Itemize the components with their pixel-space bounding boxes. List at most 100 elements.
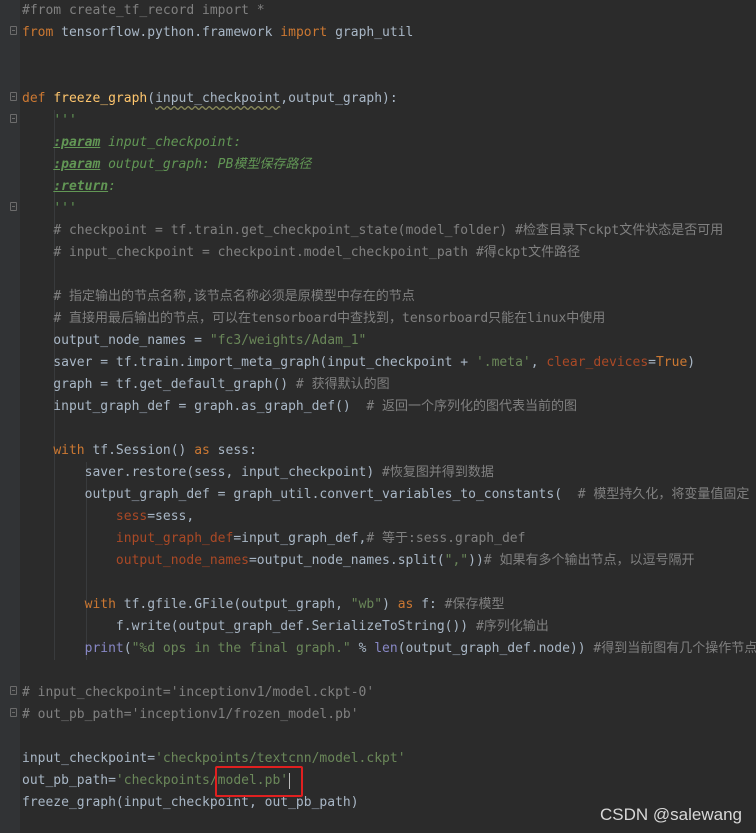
code-token: sess: — [209, 443, 257, 458]
code-token: # 返回一个序列化的图代表当前的图 — [366, 399, 578, 414]
code-token: =input_graph_def, — [233, 531, 367, 546]
code-token: as — [194, 443, 210, 458]
line-output-graph-def[interactable]: output_graph_def = graph_util.convert_va… — [22, 484, 750, 506]
code-token: input_checkpoint — [155, 91, 281, 106]
line-docstring-open[interactable]: ''' — [22, 110, 76, 132]
line-def-freeze-graph[interactable]: def freeze_graph(input_checkpoint,output… — [22, 88, 398, 110]
line-comment-input-ckpt-0[interactable]: # input_checkpoint='inceptionv1/model.ck… — [22, 682, 374, 704]
line-saver-restore[interactable]: saver.restore(sess, input_checkpoint) #恢… — [22, 462, 494, 484]
code-token: :param — [53, 135, 101, 150]
code-token: # checkpoint = tf.train.get_checkpoint_s… — [53, 223, 724, 238]
code-token: (output_graph_def.node)) — [397, 641, 586, 656]
code-token: # 如果有多个输出节点，以逗号隔开 — [483, 553, 695, 568]
line-arg-sess[interactable]: sess=sess, — [22, 506, 194, 528]
line-docstring-param-output[interactable]: :param output_graph: PB模型保存路径 — [22, 154, 311, 176]
code-token: output_graph): — [288, 91, 398, 106]
code-token: output_node_names = — [22, 333, 210, 348]
line-call-freeze-graph[interactable]: freeze_graph(input_checkpoint, out_pb_pa… — [22, 792, 359, 814]
line-arg-input-graph-def[interactable]: input_graph_def=input_graph_def,# 等于:ses… — [22, 528, 526, 550]
line-comment-out-pb-path[interactable]: # out_pb_path='inceptionv1/frozen_model.… — [22, 704, 359, 726]
code-token: "fc3/weights/Adam_1" — [209, 333, 367, 348]
code-token: )) — [468, 553, 484, 568]
code-token: =sess, — [147, 509, 195, 524]
line-docstring-close[interactable]: ''' — [22, 198, 77, 220]
code-token: tensorflow.python.framework — [53, 25, 281, 40]
code-token: ) — [687, 355, 696, 370]
code-token: 'checkpoints/textcnn/model.ckpt' — [155, 751, 406, 766]
line-docstring-return[interactable]: :return: — [22, 176, 116, 198]
code-token: as — [397, 597, 414, 612]
code-token: :param — [53, 157, 101, 172]
code-token: , — [280, 91, 289, 106]
code-token: # 获得默认的图 — [288, 377, 390, 392]
code-token: # out_pb_path='inceptionv1/frozen_model.… — [22, 707, 359, 722]
line-arg-output-node-names[interactable]: output_node_names=output_node_names.spli… — [22, 550, 695, 572]
code-token: f: — [413, 597, 437, 612]
line-import-graph-util[interactable]: from tensorflow.python.framework import … — [22, 22, 413, 44]
code-token: input_checkpoint= — [22, 751, 156, 766]
line-comment-input-checkpoint[interactable]: # input_checkpoint = checkpoint.model_ch… — [22, 242, 580, 264]
line-docstring-param-input[interactable]: :param input_checkpoint: — [22, 132, 241, 154]
fold-marker-icon[interactable] — [10, 114, 17, 123]
fold-marker-icon[interactable] — [10, 708, 17, 717]
line-import-comment[interactable]: #from create_tf_record import * — [22, 0, 265, 22]
line-comment-checkpoint[interactable]: # checkpoint = tf.train.get_checkpoint_s… — [22, 220, 723, 242]
code-token: ) — [382, 597, 398, 612]
fold-marker-icon[interactable] — [10, 202, 17, 211]
code-editor[interactable]: #from create_tf_record import * from tens… — [0, 0, 756, 833]
code-token: from — [22, 25, 54, 40]
fold-marker-icon[interactable] — [10, 92, 17, 101]
code-token: tf.Session() — [84, 443, 195, 458]
code-token: ''' — [53, 201, 77, 216]
code-token: saver = tf.train.import_meta_graph(input… — [22, 355, 476, 370]
code-token: '.meta' — [475, 355, 531, 370]
line-comment-tensorboard[interactable]: # 直接用最后输出的节点，可以在tensorboard中查找到，tensorbo… — [22, 308, 605, 330]
code-token: ( — [147, 91, 156, 106]
code-token: output_graph: PB模型保存路径 — [100, 157, 312, 172]
line-with-gfile[interactable]: with tf.gfile.GFile(output_graph, "wb") … — [22, 594, 505, 616]
code-token: input_graph_def — [115, 531, 234, 546]
code-token: "%d ops in the final graph." — [131, 641, 351, 656]
code-token: ( — [123, 641, 132, 656]
fold-marker-icon[interactable] — [10, 686, 17, 695]
code-token: output_node_names — [115, 553, 249, 568]
code-token: import — [280, 25, 328, 40]
line-comment-output-nodes[interactable]: # 指定输出的节点名称,该节点名称必须是原模型中存在的节点 — [22, 286, 414, 308]
line-with-session[interactable]: with tf.Session() as sess: — [22, 440, 257, 462]
code-token: clear_devices — [546, 355, 649, 370]
line-saver[interactable]: saver = tf.train.import_meta_graph(input… — [22, 352, 695, 374]
code-token: # 直接用最后输出的节点，可以在tensorboard中查找到，tensorbo… — [53, 311, 606, 326]
line-input-graph-def[interactable]: input_graph_def = graph.as_graph_def() #… — [22, 396, 577, 418]
code-token: input_checkpoint: — [100, 135, 242, 150]
code-token: sess — [115, 509, 148, 524]
line-output-node-names[interactable]: output_node_names = "fc3/weights/Adam_1" — [22, 330, 366, 352]
code-token: len — [374, 641, 398, 656]
code-token: with — [53, 443, 85, 458]
watermark-text: CSDN @salewang — [600, 805, 742, 824]
code-token: saver.restore(sess, input_checkpoint) — [22, 465, 375, 480]
line-graph[interactable]: graph = tf.get_default_graph() # 获得默认的图 — [22, 374, 390, 396]
code-token: #序列化输出 — [468, 619, 549, 634]
code-token: tf.gfile.GFile(output_graph, — [115, 597, 351, 612]
line-f-write[interactable]: f.write(output_graph_def.SerializeToStri… — [22, 616, 549, 638]
fold-marker-icon[interactable] — [10, 26, 17, 35]
line-input-checkpoint-assign[interactable]: input_checkpoint='checkpoints/textcnn/mo… — [22, 748, 406, 770]
code-token: out_pb_path= — [22, 773, 116, 788]
code-token: # input_checkpoint = checkpoint.model_ch… — [53, 245, 581, 260]
line-print[interactable]: print("%d ops in the final graph." % len… — [22, 638, 756, 660]
code-token: "wb" — [350, 597, 383, 612]
code-token: "," — [444, 553, 469, 568]
